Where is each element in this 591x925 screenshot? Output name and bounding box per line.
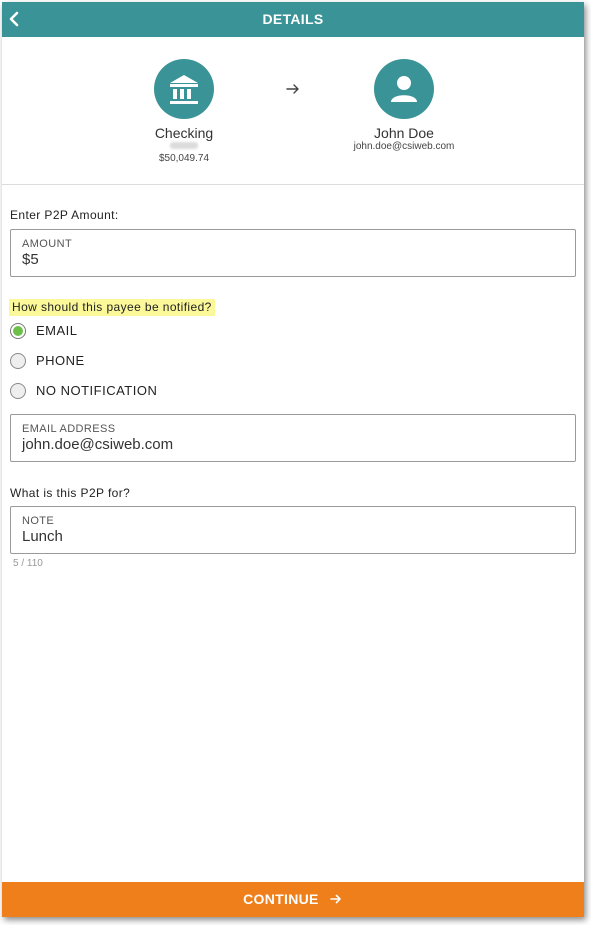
- bank-icon: [154, 59, 214, 119]
- masked-account-number: [170, 142, 198, 149]
- header-bar: DETAILS: [2, 2, 584, 37]
- radio-email-label: EMAIL: [36, 323, 78, 338]
- amount-field-label: AMOUNT: [22, 238, 73, 250]
- notify-question: How should this payee be notified?: [9, 299, 215, 316]
- radio-no-notification-indicator[interactable]: [10, 383, 26, 399]
- note-section-label: What is this P2P for?: [10, 486, 131, 500]
- amount-section-label: Enter P2P Amount:: [10, 208, 119, 222]
- arrow-right-icon: [286, 84, 299, 94]
- note-value[interactable]: Lunch: [22, 528, 63, 545]
- amount-value[interactable]: $5: [22, 251, 39, 268]
- email-address-field[interactable]: EMAIL ADDRESS john.doe@csiweb.com: [10, 414, 576, 462]
- note-field[interactable]: NOTE Lunch: [10, 506, 576, 554]
- from-account-balance: $50,049.74: [158, 153, 210, 164]
- person-icon: [374, 59, 434, 119]
- continue-button[interactable]: CONTINUE: [2, 882, 584, 917]
- note-char-counter: 5 / 110: [13, 558, 43, 569]
- radio-phone-indicator[interactable]: [10, 353, 26, 369]
- continue-button-label: CONTINUE: [243, 891, 319, 907]
- arrow-right-icon: [330, 894, 341, 904]
- note-field-label: NOTE: [22, 515, 55, 527]
- radio-no-notification-label: NO NOTIFICATION: [36, 383, 158, 398]
- page-title: DETAILS: [262, 11, 324, 27]
- email-field-label: EMAIL ADDRESS: [22, 423, 116, 435]
- radio-email-indicator[interactable]: [10, 323, 26, 339]
- payee-email: john.doe@csiweb.com: [353, 141, 455, 152]
- transfer-summary: Checking $50,049.74 John Doe john.doe@cs…: [2, 37, 584, 185]
- radio-phone-label: PHONE: [36, 353, 85, 368]
- payee-name: John Doe: [374, 125, 434, 141]
- amount-field[interactable]: AMOUNT $5: [10, 229, 576, 277]
- from-account-name: Checking: [154, 125, 214, 141]
- details-screen: DETAILS Checking $50,049.74 John Doe joh…: [2, 2, 584, 917]
- continue-button-label-row: CONTINUE: [2, 882, 584, 917]
- email-value[interactable]: john.doe@csiweb.com: [22, 436, 173, 453]
